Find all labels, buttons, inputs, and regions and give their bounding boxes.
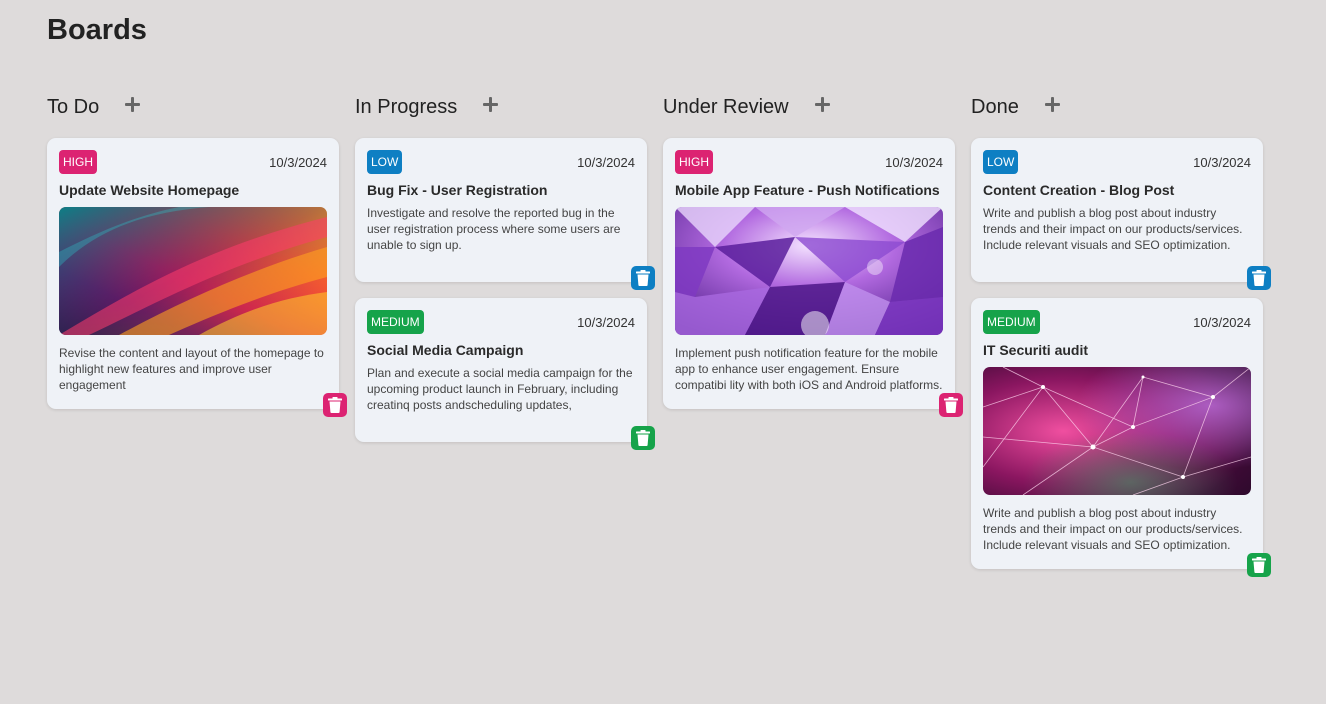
- column-header: Under Review: [663, 92, 955, 122]
- priority-badge: MEDIUM: [367, 310, 424, 334]
- card-date: 10/3/2024: [885, 154, 943, 170]
- task-card[interactable]: HIGH 10/3/2024 Update Website Homepage R…: [47, 138, 347, 417]
- delete-button[interactable]: [1247, 553, 1271, 577]
- card-title: Bug Fix - User Registration: [367, 182, 548, 198]
- column-header: Done: [971, 92, 1263, 122]
- priority-badge: LOW: [367, 150, 403, 174]
- column-in-progress: In Progress LOW 10/3/2024 Bug Fix - User…: [355, 92, 655, 585]
- card-title: Content Creation - Blog Post: [983, 182, 1175, 198]
- card-date: 10/3/2024: [577, 314, 635, 330]
- column-under-review: Under Review HIGH 10/3/2024 Mobile App F…: [663, 92, 963, 585]
- delete-button[interactable]: [323, 393, 347, 417]
- column-to-do: To Do HIGH 10/3/2024 Update Website Home…: [47, 92, 347, 585]
- plus-icon[interactable]: [1043, 95, 1063, 115]
- delete-button[interactable]: [631, 266, 655, 290]
- trash-icon: [1252, 270, 1266, 286]
- trash-icon: [328, 397, 342, 413]
- trash-icon: [636, 430, 650, 446]
- delete-button[interactable]: [1247, 266, 1271, 290]
- delete-button[interactable]: [939, 393, 963, 417]
- card-description: Revise the content and layout of the hom…: [59, 346, 324, 392]
- trash-icon: [944, 397, 958, 413]
- task-card[interactable]: LOW 10/3/2024 Bug Fix - User Registratio…: [355, 138, 655, 290]
- page-title: Boards: [47, 14, 147, 46]
- priority-badge: MEDIUM: [983, 310, 1040, 334]
- task-card[interactable]: MEDIUM 10/3/2024 IT Securiti audit Write…: [971, 298, 1271, 577]
- task-card[interactable]: HIGH 10/3/2024 Mobile App Feature - Push…: [663, 138, 963, 417]
- card-date: 10/3/2024: [1193, 314, 1251, 330]
- card-title: IT Securiti audit: [983, 342, 1089, 358]
- card-title: Update Website Homepage: [59, 182, 240, 198]
- delete-button[interactable]: [631, 426, 655, 450]
- card-date: 10/3/2024: [577, 154, 635, 170]
- column-done: Done LOW 10/3/2024 Content Creation - Bl…: [971, 92, 1271, 585]
- column-title: Done: [971, 95, 1019, 118]
- card-date: 10/3/2024: [1193, 154, 1251, 170]
- column-title: Under Review: [663, 95, 789, 118]
- task-card[interactable]: MEDIUM 10/3/2024 Social Media Campaign P…: [355, 298, 655, 450]
- trash-icon: [1252, 557, 1266, 573]
- priority-badge: HIGH: [59, 150, 97, 174]
- card-image: [983, 367, 1251, 495]
- plus-icon[interactable]: [123, 95, 143, 115]
- card-title: Social Media Campaign: [367, 342, 524, 358]
- card-title: Mobile App Feature - Push Notifications: [675, 182, 940, 198]
- column-header: In Progress: [355, 92, 647, 122]
- trash-icon: [636, 270, 650, 286]
- card-description: Investigate and resolve the reported bug…: [367, 206, 621, 252]
- card-description: Implement push notification feature for …: [675, 346, 943, 392]
- column-title: In Progress: [355, 95, 458, 118]
- plus-icon[interactable]: [481, 95, 501, 115]
- card-description: Write and publish a blog post about indu…: [983, 206, 1243, 252]
- card-description: Plan and execute a social media campaign…: [367, 366, 633, 412]
- column-title: To Do: [47, 95, 100, 118]
- plus-icon[interactable]: [813, 95, 833, 115]
- card-date: 10/3/2024: [269, 154, 327, 170]
- card-description: Write and publish a blog post about indu…: [983, 506, 1243, 552]
- column-header: To Do: [47, 92, 339, 122]
- priority-badge: LOW: [983, 150, 1019, 174]
- task-card[interactable]: LOW 10/3/2024 Content Creation - Blog Po…: [971, 138, 1271, 290]
- kanban-board: To Do HIGH 10/3/2024 Update Website Home…: [47, 92, 1271, 585]
- priority-badge: HIGH: [675, 150, 713, 174]
- card-image: [675, 207, 943, 335]
- card-image: [59, 207, 327, 335]
